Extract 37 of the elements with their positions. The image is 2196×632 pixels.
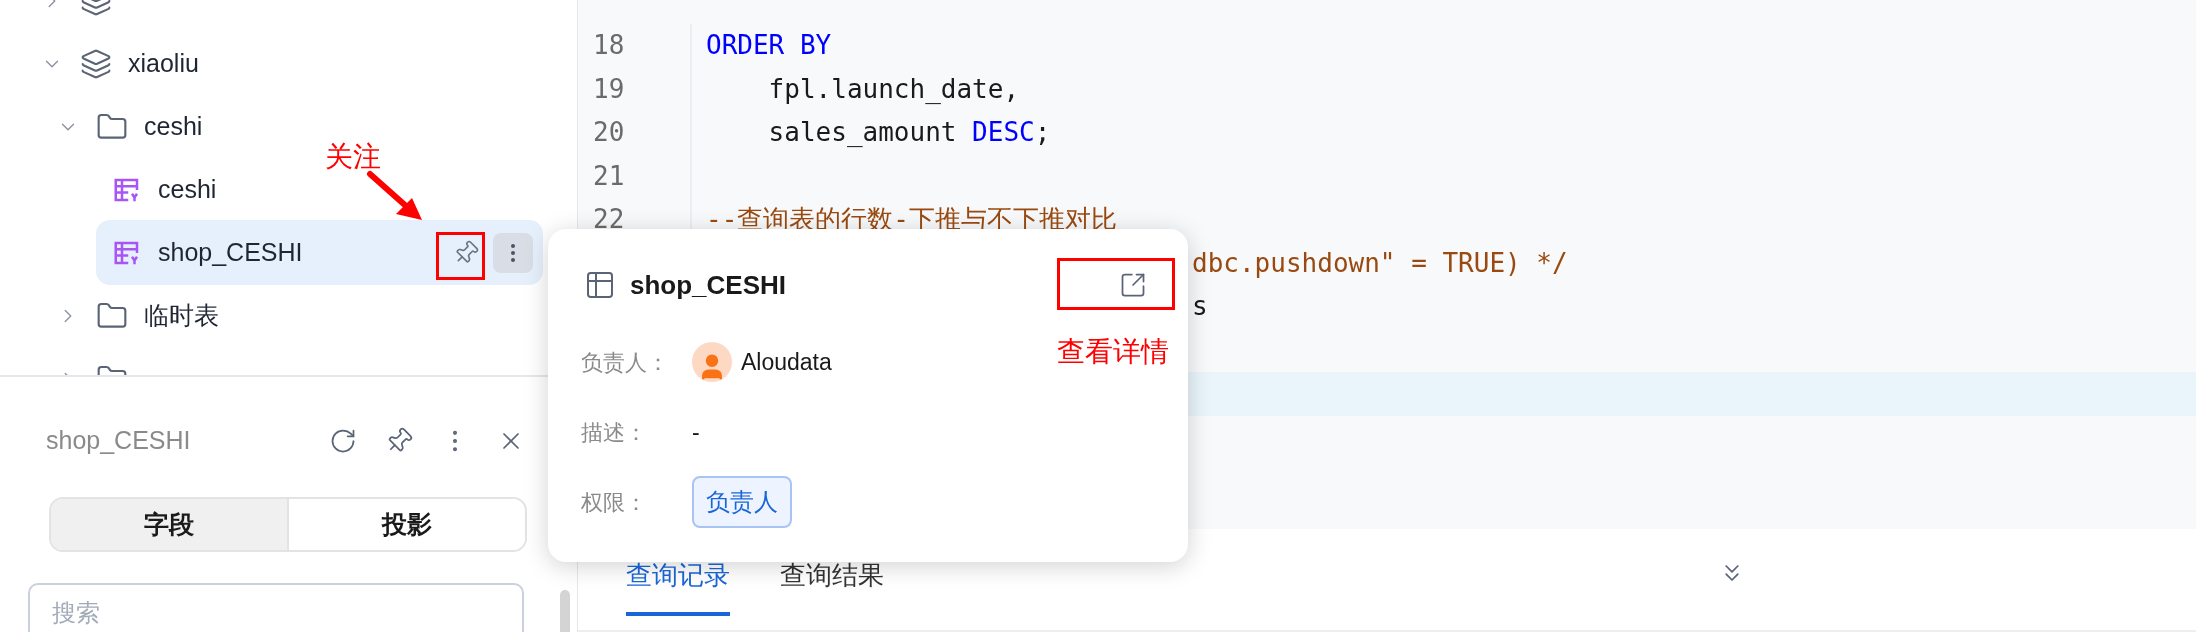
code-line: dbc.pushdown" = TRUE) */ — [1191, 246, 1568, 280]
line-number: 22 — [593, 203, 625, 237]
tree-item[interactable]: ceshi — [96, 157, 227, 222]
description-value: - — [692, 417, 700, 447]
avatar-icon — [692, 342, 732, 382]
field-label: 描述： — [581, 418, 648, 447]
annotation-text: 关注 — [325, 140, 381, 174]
table-icon — [584, 269, 616, 301]
more-icon — [511, 243, 515, 262]
external-link-icon[interactable] — [1119, 271, 1147, 299]
popover-title: shop_CESHI — [630, 268, 787, 302]
line-number: 21 — [593, 159, 625, 193]
search-field[interactable]: 搜索 — [28, 583, 524, 632]
code-line: ORDER BY — [705, 29, 832, 63]
panel-title: shop_CESHI — [46, 425, 191, 457]
line-number: 19 — [593, 72, 625, 106]
highlight-frame — [436, 232, 485, 280]
tree-item[interactable]: ceshi — [80, 94, 213, 159]
field-label: 权限： — [581, 488, 648, 517]
field-label: 负责人： — [581, 348, 670, 377]
owner-name: Aloudata — [741, 347, 832, 377]
permission-tag: 负责人 — [692, 476, 792, 528]
annotation-arrow — [366, 170, 424, 222]
segment-tab[interactable]: 投影 — [287, 499, 525, 550]
line-number: 18 — [593, 29, 625, 63]
scrollbar[interactable] — [560, 590, 570, 632]
tree-item[interactable]: shop_CESHI — [96, 220, 543, 285]
annotation-text: 查看详情 — [1057, 335, 1169, 369]
layers-icon — [80, 47, 112, 80]
tree-item[interactable]: xiaoliu — [64, 31, 209, 96]
code-line: fpl.launch_date, — [767, 72, 1020, 106]
more-button[interactable] — [493, 232, 533, 273]
code-line: sales_amount DESC; — [767, 116, 1051, 150]
line-number: 20 — [593, 116, 625, 150]
segment-tab[interactable]: 字段 — [51, 499, 287, 550]
refresh-icon[interactable] — [329, 427, 357, 455]
tree-item[interactable]: 临时表 — [80, 283, 229, 348]
